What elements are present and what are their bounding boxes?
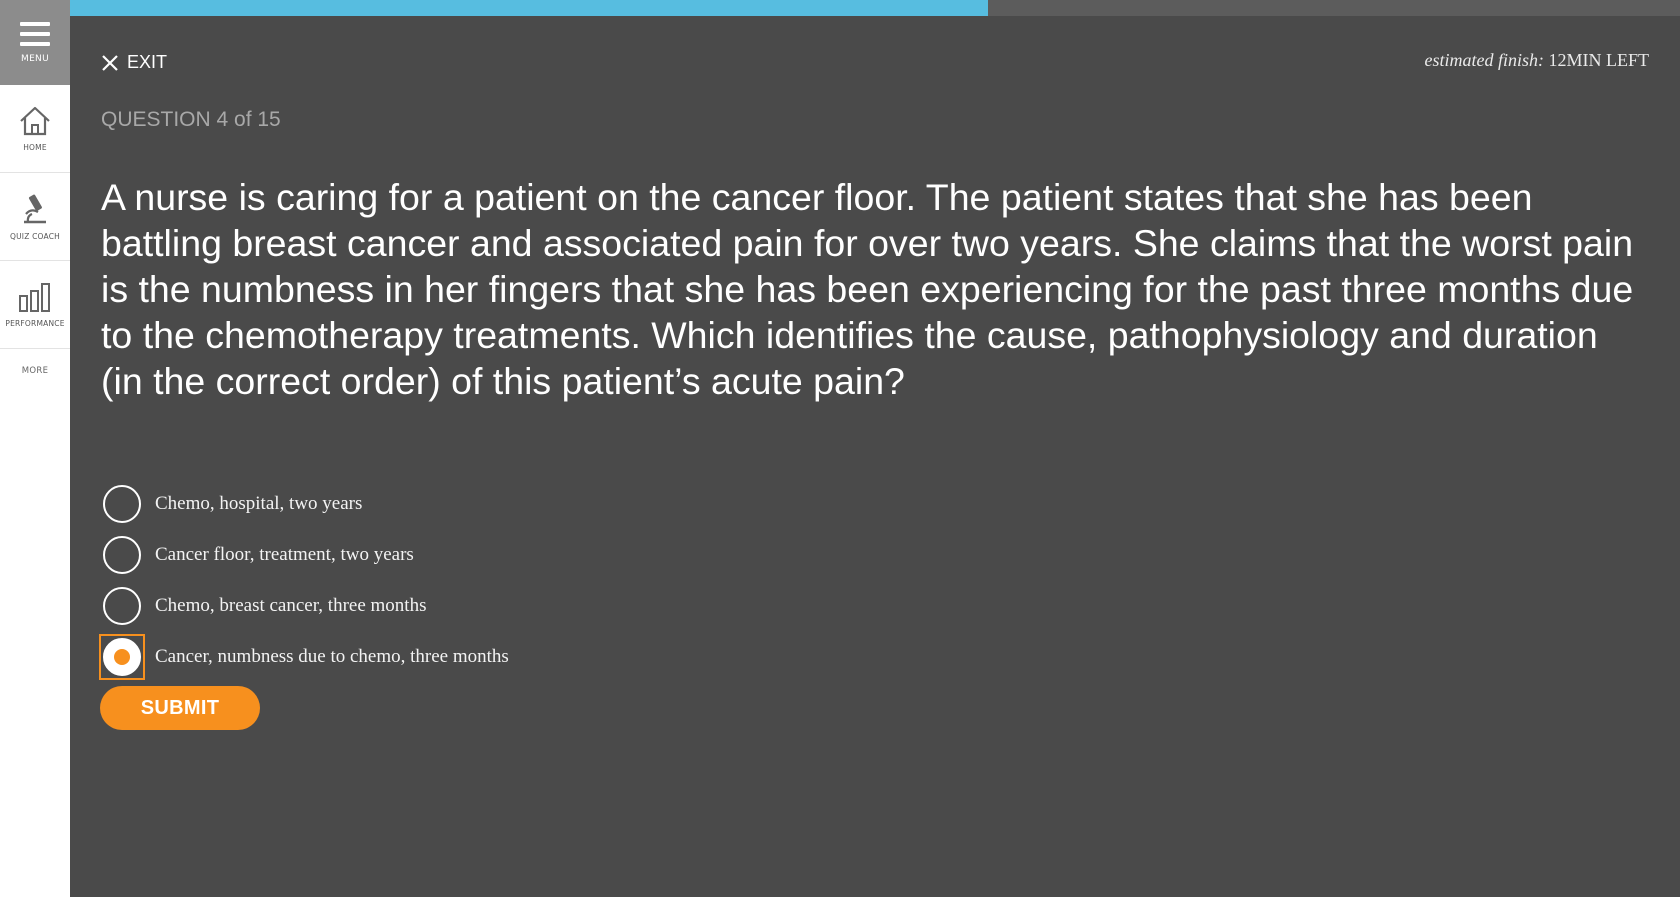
radio-button-selected[interactable] bbox=[103, 637, 141, 676]
answer-option-4[interactable]: Cancer, numbness due to chemo, three mon… bbox=[99, 631, 509, 682]
answer-label: Cancer floor, treatment, two years bbox=[155, 543, 414, 565]
estimated-finish-value: 12MIN LEFT bbox=[1548, 50, 1650, 70]
estimated-finish: estimated finish: 12MIN LEFT bbox=[1425, 50, 1650, 71]
estimated-finish-prefix: estimated finish: bbox=[1424, 50, 1545, 70]
sidebar-item-performance[interactable]: PERFORMANCE bbox=[0, 261, 70, 349]
answer-label: Chemo, breast cancer, three months bbox=[155, 594, 427, 616]
sidebar-more[interactable]: MORE bbox=[0, 349, 70, 393]
answer-label: Chemo, hospital, two years bbox=[155, 492, 363, 514]
exit-button[interactable]: EXIT bbox=[101, 52, 167, 73]
answer-list: Chemo, hospital, two years Cancer floor,… bbox=[99, 478, 509, 682]
radio-button[interactable] bbox=[103, 535, 141, 574]
radio-button[interactable] bbox=[103, 484, 141, 523]
menu-button[interactable]: MENU bbox=[0, 0, 70, 85]
sidebar-item-label: QUIZ COACH bbox=[9, 232, 60, 241]
sidebar-item-quiz-coach[interactable]: QUIZ COACH bbox=[0, 173, 70, 261]
hamburger-icon bbox=[20, 21, 50, 46]
answer-option-3[interactable]: Chemo, breast cancer, three months bbox=[99, 580, 509, 631]
sidebar-item-home[interactable]: HOME bbox=[0, 85, 70, 173]
question-text: A nurse is caring for a patient on the c… bbox=[101, 176, 1634, 402]
quiz-main: EXIT estimated finish: 12MIN LEFT QUESTI… bbox=[70, 16, 1680, 897]
answer-option-1[interactable]: Chemo, hospital, two years bbox=[99, 478, 509, 529]
close-icon bbox=[102, 54, 118, 71]
answer-option-2[interactable]: Cancer floor, treatment, two years bbox=[99, 529, 509, 580]
answer-label: Cancer, numbness due to chemo, three mon… bbox=[155, 645, 509, 667]
radio-focus-ring bbox=[99, 633, 145, 680]
exit-label: EXIT bbox=[127, 52, 168, 72]
radio-focus-ring bbox=[99, 481, 145, 527]
progress-bar-fill bbox=[70, 0, 988, 16]
radio-focus-ring bbox=[99, 583, 145, 629]
bar-chart-icon bbox=[19, 283, 50, 312]
sidebar-item-label: PERFORMANCE bbox=[5, 319, 65, 328]
radio-focus-ring bbox=[99, 532, 145, 578]
progress-bar bbox=[70, 0, 1680, 16]
sidebar-item-label: HOME bbox=[23, 143, 47, 152]
radio-selected-dot bbox=[114, 648, 130, 665]
submit-button[interactable]: SUBMIT bbox=[100, 686, 260, 730]
microscope-icon bbox=[24, 194, 46, 224]
radio-button[interactable] bbox=[103, 586, 141, 625]
question-number: QUESTION 4 of 15 bbox=[101, 108, 281, 131]
sidebar: MENU HOME QUIZ COACH PERFORMANCE MORE bbox=[0, 0, 70, 897]
home-icon bbox=[20, 106, 50, 136]
menu-label: MENU bbox=[21, 53, 49, 64]
